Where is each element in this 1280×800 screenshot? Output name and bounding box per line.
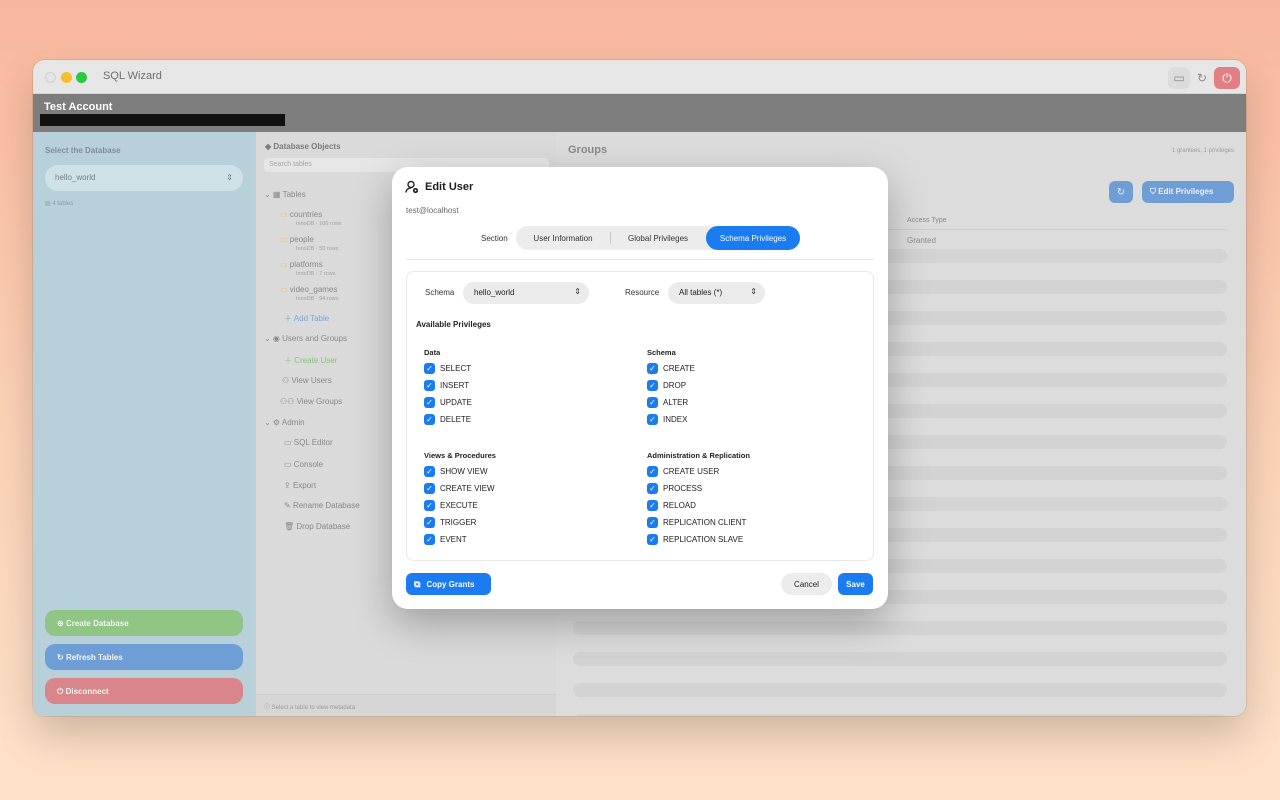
checkbox-checked-icon[interactable]: ✓ [647, 396, 658, 408]
checkbox-checked-icon[interactable]: ✓ [647, 379, 658, 391]
privilege-trigger[interactable]: ✓ TRIGGER [424, 516, 476, 528]
checkbox-checked-icon[interactable]: ✓ [647, 533, 658, 545]
copy-icon: ⧉ [414, 578, 421, 589]
checkbox-checked-icon[interactable]: ✓ [647, 516, 658, 528]
checkbox-checked-icon[interactable]: ✓ [424, 413, 435, 425]
checkbox-checked-icon[interactable]: ✓ [424, 482, 435, 494]
checkbox-checked-icon[interactable]: ✓ [647, 465, 658, 477]
privilege-reload[interactable]: ✓ RELOAD [647, 499, 696, 511]
checkbox-checked-icon[interactable]: ✓ [424, 396, 435, 408]
schema-select[interactable]: hello_world ⇕ [463, 282, 589, 304]
views-group-title: Views & Procedures [424, 451, 496, 460]
checkbox-checked-icon[interactable]: ✓ [647, 499, 658, 511]
resource-label: Resource [625, 288, 660, 297]
privilege-alter[interactable]: ✓ ALTER [647, 396, 688, 408]
available-privileges-heading: Available Privileges [416, 320, 491, 329]
copy-grants-button[interactable]: ⧉ Copy Grants [406, 573, 491, 595]
edit-user-dialog: Edit User test@localhost Section User In… [392, 167, 888, 609]
section-label: Section [481, 234, 508, 243]
privilege-replication-slave[interactable]: ✓ REPLICATION SLAVE [647, 533, 743, 545]
cancel-button[interactable]: Cancel [781, 573, 832, 595]
privilege-select[interactable]: ✓ SELECT [424, 362, 471, 374]
privilege-drop[interactable]: ✓ DROP [647, 379, 686, 391]
resource-value: All tables (*) [679, 288, 723, 297]
checkbox-checked-icon[interactable]: ✓ [647, 362, 658, 374]
privilege-event[interactable]: ✓ EVENT [424, 533, 467, 545]
privilege-execute[interactable]: ✓ EXECUTE [424, 499, 478, 511]
privilege-update[interactable]: ✓ UPDATE [424, 396, 472, 408]
checkbox-checked-icon[interactable]: ✓ [424, 362, 435, 374]
privilege-show-view[interactable]: ✓ SHOW VIEW [424, 465, 488, 477]
checkbox-checked-icon[interactable]: ✓ [424, 499, 435, 511]
privilege-create-user[interactable]: ✓ CREATE USER [647, 465, 719, 477]
section-segmented-control: User Information Global Privileges Schem… [516, 226, 800, 250]
tab-global-privileges[interactable]: Global Privileges [611, 226, 705, 250]
dialog-title: Edit User [425, 181, 474, 193]
privilege-delete[interactable]: ✓ DELETE [424, 413, 471, 425]
schema-label: Schema [425, 288, 455, 297]
privilege-create[interactable]: ✓ CREATE [647, 362, 695, 374]
privilege-create-view[interactable]: ✓ CREATE VIEW [424, 482, 495, 494]
divider [406, 259, 874, 260]
schema-group-title: Schema [647, 348, 676, 357]
save-button[interactable]: Save [838, 573, 873, 595]
tab-user-information[interactable]: User Information [516, 226, 610, 250]
checkbox-checked-icon[interactable]: ✓ [424, 516, 435, 528]
checkbox-checked-icon[interactable]: ✓ [424, 379, 435, 391]
checkbox-checked-icon[interactable]: ✓ [647, 482, 658, 494]
checkbox-checked-icon[interactable]: ✓ [424, 465, 435, 477]
schema-value: hello_world [474, 288, 515, 297]
chevron-updown-icon: ⇕ [574, 287, 581, 296]
checkbox-checked-icon[interactable]: ✓ [424, 533, 435, 545]
data-group-title: Data [424, 348, 441, 357]
user-settings-icon [405, 180, 419, 194]
privilege-process[interactable]: ✓ PROCESS [647, 482, 702, 494]
tab-schema-privileges[interactable]: Schema Privileges [706, 226, 800, 250]
resource-select[interactable]: All tables (*) ⇕ [668, 282, 765, 304]
checkbox-checked-icon[interactable]: ✓ [647, 413, 658, 425]
privileges-panel: Schema hello_world ⇕ Resource All tables… [406, 271, 874, 561]
dialog-subtitle: test@localhost [406, 206, 459, 215]
privilege-index[interactable]: ✓ INDEX [647, 413, 687, 425]
privilege-insert[interactable]: ✓ INSERT [424, 379, 469, 391]
chevron-updown-icon: ⇕ [750, 287, 757, 296]
admin-group-title: Administration & Replication [647, 451, 750, 460]
privilege-replication-client[interactable]: ✓ REPLICATION CLIENT [647, 516, 746, 528]
